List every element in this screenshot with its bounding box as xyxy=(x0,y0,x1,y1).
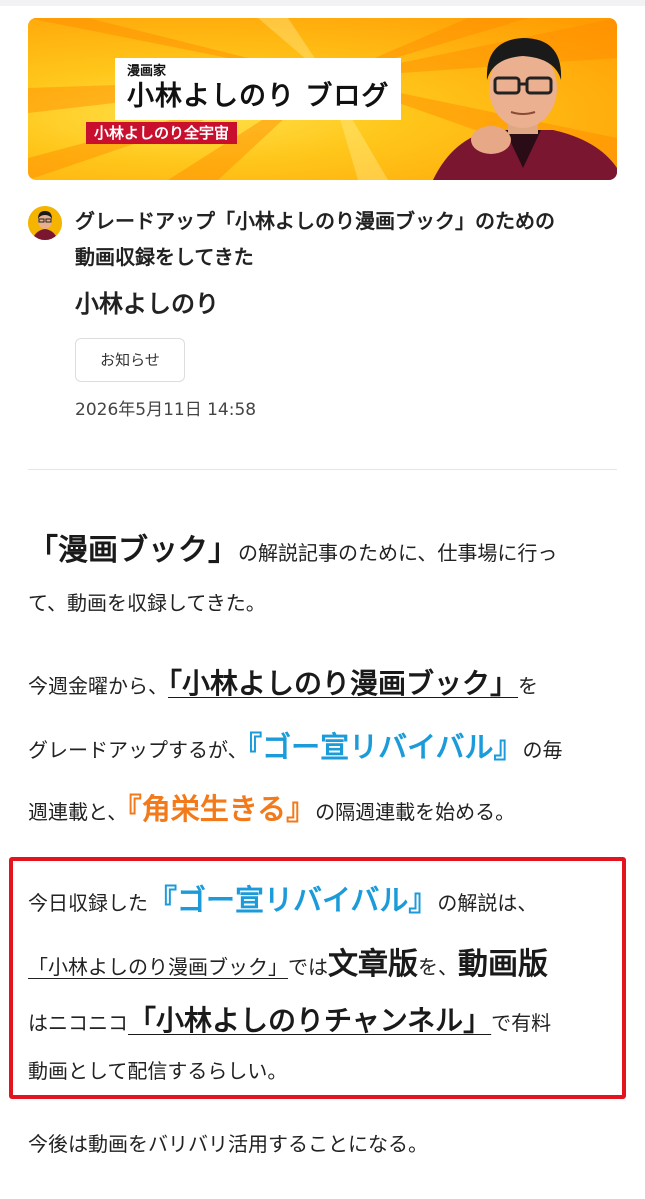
p3-line-1: 今日収録した『ゴー宣リバイバル』の解説は、 xyxy=(28,877,537,919)
p3-line-3: はニコニコ「小林よしのりチャンネル」で有料 xyxy=(28,999,551,1039)
header-divider xyxy=(28,469,617,470)
top-edge xyxy=(0,0,645,6)
post-date: 2026年5月11日 14:58 xyxy=(75,400,257,420)
avatar-portrait-icon xyxy=(28,206,62,240)
article-paragraph-2: 今週金曜から、「小林よしのり漫画ブック」を グレードアップするが、『ゴー宣リバイ… xyxy=(28,662,618,832)
banner-tagline: 小林よしのり全宇宙 xyxy=(86,122,238,144)
p2-line-2: グレードアップするが、『ゴー宣リバイバル』の毎 xyxy=(28,724,563,766)
p2-text-e: 週連載と、 xyxy=(28,800,128,824)
gosen-revival-emphasis-2: 『ゴー宣リバイバル』 xyxy=(148,883,438,917)
p3-text-b: の解説は、 xyxy=(437,891,538,915)
gosen-revival-emphasis: 『ゴー宣リバイバル』 xyxy=(247,730,523,764)
text-version-emphasis: 文章版 xyxy=(328,947,418,982)
p2-line-1: 今週金曜から、「小林よしのり漫画ブック」を xyxy=(28,662,538,702)
article-paragraph-4: 今後は動画をバリバリ活用することになる。 xyxy=(28,1128,618,1162)
post-title: グレードアップ「小林よしのり漫画ブック」のための 動画収録をしてきた xyxy=(75,203,620,275)
p3-text-a: 今日収録した xyxy=(28,891,148,915)
banner-title: 小林よしのり ブログ xyxy=(127,81,390,112)
post-title-line-2: 動画収録をしてきた xyxy=(75,245,254,269)
p2-text-b: を xyxy=(518,674,539,698)
manga-book-link[interactable]: 「小林よしのり漫画ブック」 xyxy=(168,667,518,700)
p2-text-a: 今週金曜から、 xyxy=(28,674,168,698)
post-title-line-1: グレードアップ「小林よしのり漫画ブック」のための xyxy=(75,209,555,233)
p1-text: の解説記事のために、仕事場に行っ xyxy=(238,541,558,565)
p2-text-c: グレードアップするが、 xyxy=(28,738,248,762)
p3-text-d: を、 xyxy=(418,955,458,979)
p2-text-d: の毎 xyxy=(522,738,563,762)
author-avatar[interactable] xyxy=(28,206,62,240)
p1-line-1: 「漫画ブック」の解説記事のために、仕事場に行っ xyxy=(28,525,557,569)
p2-line-3: 週連載と、『角栄生きる』の隔週連載を始める。 xyxy=(28,786,515,828)
p3-line-4: 動画として配信するらしい。 xyxy=(28,1059,288,1083)
author-portrait-image xyxy=(433,38,617,180)
article-paragraph-1: 「漫画ブック」の解説記事のために、仕事場に行っ て、動画を収録してきた。 xyxy=(28,525,618,625)
p4-line-1: 今後は動画をバリバリ活用することになる。 xyxy=(28,1132,428,1156)
blog-header-banner[interactable]: 漫画家 小林よしのり ブログ 小林よしのり全宇宙 xyxy=(28,18,617,180)
p3-line-2: 「小林よしのり漫画ブック」では文章版を、動画版 xyxy=(28,939,548,983)
channel-link[interactable]: 「小林よしのりチャンネル」 xyxy=(128,1004,491,1037)
kakuei-emphasis: 『角栄生きる』 xyxy=(127,792,316,826)
article-paragraph-3: 今日収録した『ゴー宣リバイバル』の解説は、 「小林よしのり漫画ブック」では文章版… xyxy=(28,877,618,1087)
banner-title-box: 漫画家 小林よしのり ブログ xyxy=(115,58,402,120)
banner-subtitle: 漫画家 xyxy=(127,64,167,79)
author-name[interactable]: 小林よしのり xyxy=(75,287,219,321)
p2-text-f: の隔週連載を始める。 xyxy=(315,800,516,824)
manga-book-emphasis: 「漫画ブック」 xyxy=(28,533,238,568)
category-tag-button[interactable]: お知らせ xyxy=(75,338,185,382)
manga-book-link-2[interactable]: 「小林よしのり漫画ブック」 xyxy=(28,955,288,979)
p3-text-e: はニコニコ xyxy=(28,1011,128,1035)
p3-text-c: では xyxy=(288,955,328,979)
p1-line-2: て、動画を収録してきた。 xyxy=(28,591,266,615)
video-version-emphasis: 動画版 xyxy=(458,947,548,982)
p3-text-f: で有料 xyxy=(491,1011,552,1035)
